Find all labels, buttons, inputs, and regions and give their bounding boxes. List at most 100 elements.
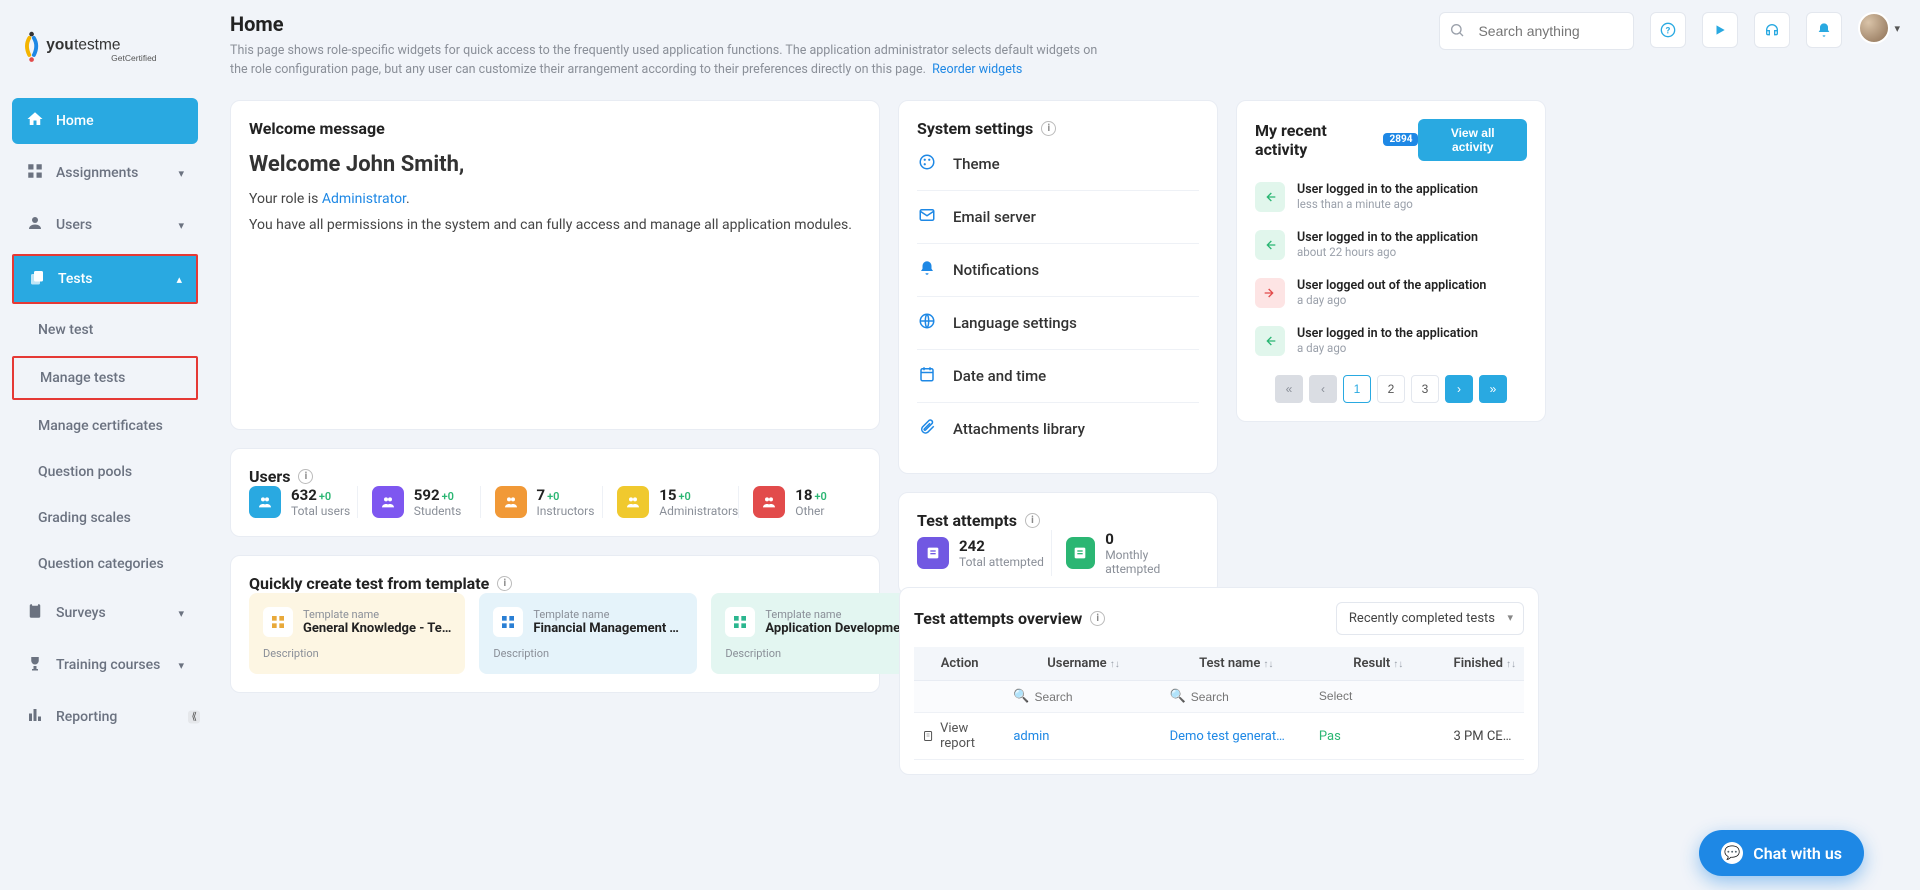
templates-title: Quickly create test from templatei bbox=[249, 574, 861, 593]
stat-instructors[interactable]: 7+0Instructors bbox=[480, 486, 603, 518]
view-all-activity-button[interactable]: View all activity bbox=[1418, 119, 1527, 161]
svg-text:you: you bbox=[46, 37, 73, 54]
stat-students[interactable]: 592+0Students bbox=[357, 486, 480, 518]
info-icon[interactable]: i bbox=[298, 469, 313, 484]
template-card[interactable]: Template nameApplication Developmen…Desc… bbox=[711, 593, 929, 674]
sort-icon: ↑↓ bbox=[1110, 659, 1120, 670]
login-icon bbox=[1255, 230, 1285, 260]
nav-label: Users bbox=[56, 217, 92, 233]
stat-icon bbox=[249, 486, 281, 518]
sub-manage-certificates[interactable]: Manage certificates bbox=[12, 406, 198, 446]
filter-result[interactable] bbox=[1319, 689, 1438, 703]
pager-page-3[interactable]: 3 bbox=[1411, 375, 1439, 403]
activity-item[interactable]: User logged in to the applicationa day a… bbox=[1255, 317, 1527, 365]
info-icon[interactable]: i bbox=[1090, 611, 1105, 626]
filter-testname[interactable] bbox=[1191, 690, 1303, 704]
home-icon bbox=[26, 110, 44, 132]
headset-button[interactable] bbox=[1754, 12, 1790, 48]
user-menu[interactable]: ▾ bbox=[1858, 12, 1900, 44]
nav-users[interactable]: Users ▾ bbox=[12, 202, 198, 248]
nav-label: Assignments bbox=[56, 165, 138, 181]
activity-item[interactable]: User logged out of the applicationa day … bbox=[1255, 269, 1527, 317]
collapse-sidebar-handle[interactable]: ⟪ bbox=[188, 711, 200, 724]
nav-home[interactable]: Home bbox=[12, 98, 198, 144]
login-icon bbox=[1255, 326, 1285, 356]
settings-item-date-and-time[interactable]: Date and time bbox=[917, 349, 1199, 402]
play-button[interactable] bbox=[1702, 12, 1738, 48]
mail-icon bbox=[917, 206, 937, 228]
sub-new-test[interactable]: New test bbox=[12, 310, 198, 350]
result-value: Pas bbox=[1319, 729, 1341, 744]
info-icon[interactable]: i bbox=[1025, 513, 1040, 528]
overview-filter[interactable]: Recently completed tests bbox=[1336, 602, 1524, 635]
activity-count-badge: 2894 bbox=[1383, 133, 1418, 146]
activity-item[interactable]: User logged in to the applicationabout 2… bbox=[1255, 221, 1527, 269]
stat-total-attempted[interactable]: 242Total attempted bbox=[917, 530, 1051, 576]
filter-username[interactable] bbox=[1035, 690, 1154, 704]
chevron-down-icon: ▾ bbox=[1894, 22, 1900, 35]
sort-icon: ↑↓ bbox=[1393, 659, 1403, 670]
chat-widget[interactable]: 💬 Chat with us bbox=[1699, 830, 1864, 876]
col-username[interactable]: Username↑↓ bbox=[1005, 647, 1161, 681]
role-link[interactable]: Administrator bbox=[322, 191, 406, 207]
info-icon[interactable]: i bbox=[1041, 121, 1056, 136]
reorder-widgets-link[interactable]: Reorder widgets bbox=[932, 62, 1022, 77]
template-icon bbox=[263, 607, 293, 637]
search-icon bbox=[1449, 22, 1465, 42]
col-testname[interactable]: Test name↑↓ bbox=[1162, 647, 1311, 681]
main: Home This page shows role-specific widge… bbox=[210, 0, 1920, 890]
col-action[interactable]: Action bbox=[914, 647, 1005, 681]
settings-item-theme[interactable]: Theme bbox=[917, 138, 1199, 190]
nav-surveys[interactable]: Surveys ▾ bbox=[12, 590, 198, 636]
col-result[interactable]: Result↑↓ bbox=[1311, 647, 1446, 681]
sub-grading-scales[interactable]: Grading scales bbox=[12, 498, 198, 538]
pager-last[interactable]: » bbox=[1479, 375, 1507, 403]
template-card[interactable]: Template nameGeneral Knowledge - Te…Desc… bbox=[249, 593, 465, 674]
pager-page-2[interactable]: 2 bbox=[1377, 375, 1405, 403]
user-icon bbox=[26, 214, 44, 236]
nav-tests[interactable]: Tests ▴ bbox=[12, 254, 198, 304]
activity-item[interactable]: User logged in to the applicationless th… bbox=[1255, 173, 1527, 221]
users-card: Usersi 632+0Total users592+0Students7+0I… bbox=[230, 448, 880, 537]
settings-item-email-server[interactable]: Email server bbox=[917, 190, 1199, 243]
nav-label: Home bbox=[56, 113, 94, 129]
testname-link[interactable]: Demo test generat… bbox=[1170, 729, 1285, 744]
stat-administrators[interactable]: 15+0Administrators bbox=[602, 486, 738, 518]
pager-next[interactable]: › bbox=[1445, 375, 1473, 403]
help-button[interactable]: ? bbox=[1650, 12, 1686, 48]
search-input[interactable] bbox=[1439, 12, 1634, 50]
login-icon bbox=[1255, 182, 1285, 212]
stat-monthly-attempted[interactable]: 0Monthly attempted bbox=[1051, 530, 1200, 576]
template-icon bbox=[493, 607, 523, 637]
settings-item-language-settings[interactable]: Language settings bbox=[917, 296, 1199, 349]
recent-activity-card: My recent activity 2894 View all activit… bbox=[1236, 100, 1546, 422]
avatar bbox=[1858, 12, 1890, 44]
stat-other[interactable]: 18+0Other bbox=[738, 486, 861, 518]
nav-training[interactable]: Training courses ▾ bbox=[12, 642, 198, 688]
stat-icon bbox=[917, 537, 949, 569]
calendar-icon bbox=[917, 365, 937, 387]
stat-total-users[interactable]: 632+0Total users bbox=[249, 486, 357, 518]
nav-reporting[interactable]: Reporting ⟪ bbox=[12, 694, 198, 740]
view-report-link[interactable]: View report bbox=[922, 721, 997, 751]
notifications-button[interactable] bbox=[1806, 12, 1842, 48]
page-title: Home bbox=[230, 12, 1423, 36]
settings-item-attachments-library[interactable]: Attachments library bbox=[917, 402, 1199, 455]
sub-question-categories[interactable]: Question categories bbox=[12, 544, 198, 584]
activity-title: My recent activity 2894 bbox=[1255, 121, 1418, 159]
info-icon[interactable]: i bbox=[497, 576, 512, 591]
sort-icon: ↑↓ bbox=[1506, 659, 1516, 670]
pager-prev[interactable]: ‹ bbox=[1309, 375, 1337, 403]
globe-icon bbox=[917, 312, 937, 334]
username-link[interactable]: admin bbox=[1013, 729, 1049, 744]
pager-first[interactable]: « bbox=[1275, 375, 1303, 403]
nav-label: Reporting bbox=[56, 709, 117, 725]
nav-assignments[interactable]: Assignments ▾ bbox=[12, 150, 198, 196]
settings-item-notifications[interactable]: Notifications bbox=[917, 243, 1199, 296]
pager-page-1[interactable]: 1 bbox=[1343, 375, 1371, 403]
sub-manage-tests[interactable]: Manage tests bbox=[12, 356, 198, 400]
sub-question-pools[interactable]: Question pools bbox=[12, 452, 198, 492]
template-card[interactable]: Template nameFinancial Management T…Desc… bbox=[479, 593, 697, 674]
col-finished[interactable]: Finished↑↓ bbox=[1446, 647, 1524, 681]
table-row: View reportadminDemo test generat…Pas3 P… bbox=[914, 713, 1524, 760]
